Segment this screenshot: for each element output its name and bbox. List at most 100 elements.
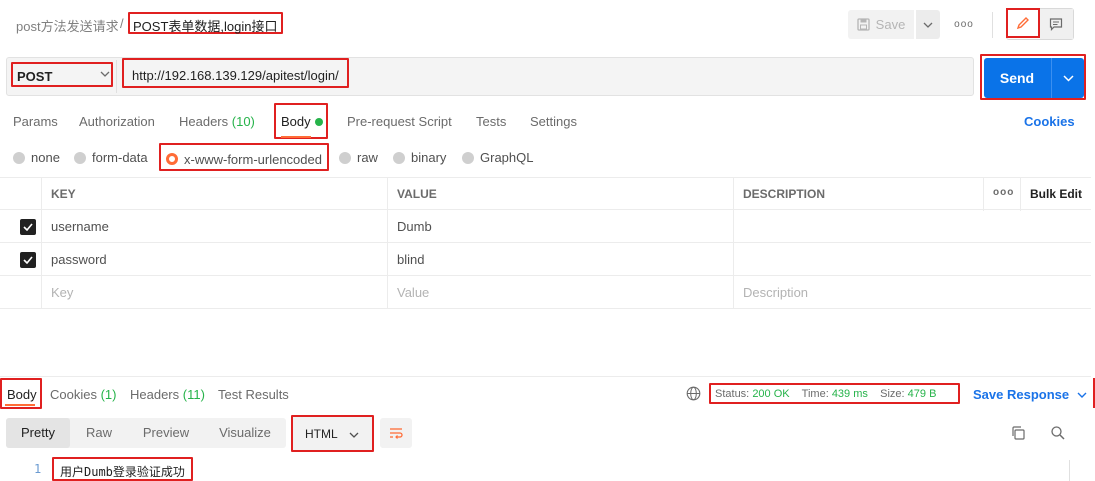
body-indicator-dot	[315, 118, 323, 126]
view-tab-preview[interactable]: Preview	[128, 418, 204, 448]
tab-headers[interactable]: Headers (10)	[179, 114, 255, 129]
response-tab-headers-count: (11)	[182, 387, 205, 402]
view-tab-visualize[interactable]: Visualize	[204, 418, 286, 448]
bulk-edit-button[interactable]: Bulk Edit	[1021, 178, 1091, 211]
response-tab-cookies-count: (1)	[100, 387, 117, 402]
view-tab-pretty[interactable]: Pretty	[6, 418, 70, 448]
tab-body-label: Body	[281, 114, 311, 129]
save-response-button[interactable]: Save Response	[973, 387, 1087, 402]
radio-form-data[interactable]: form-data	[74, 150, 148, 165]
response-tab-cookies[interactable]: Cookies (1)	[50, 387, 116, 402]
save-response-label: Save Response	[973, 387, 1070, 402]
size-label: Size:	[880, 388, 905, 400]
radio-graphql-label: GraphQL	[480, 150, 534, 165]
tab-tests[interactable]: Tests	[476, 114, 506, 129]
row-key[interactable]: password	[42, 243, 388, 276]
new-key-input[interactable]: Key	[42, 276, 388, 309]
header-checkbox-cell	[0, 178, 42, 211]
cookies-link[interactable]: Cookies	[1024, 114, 1075, 129]
tab-body[interactable]: Body	[274, 103, 328, 139]
row-checkbox[interactable]	[20, 252, 36, 268]
url-input[interactable]: http://192.168.139.129/apitest/login/	[122, 58, 349, 88]
search-icon[interactable]	[1050, 425, 1066, 441]
radio-binary[interactable]: binary	[393, 150, 446, 165]
row-description[interactable]	[734, 243, 1091, 276]
response-tab-test-results[interactable]: Test Results	[218, 387, 289, 402]
save-label: Save	[875, 17, 906, 32]
wrap-lines-button[interactable]	[380, 418, 412, 448]
row-description[interactable]	[734, 210, 1091, 243]
save-dropdown-button[interactable]	[916, 10, 940, 39]
radio-raw[interactable]: raw	[339, 150, 378, 165]
table-header-row: KEY VALUE DESCRIPTION ooo Bulk Edit	[0, 177, 1091, 211]
new-description-input[interactable]: Description	[734, 276, 1091, 309]
row-checkbox-cell	[0, 276, 42, 309]
breadcrumb-parent[interactable]: post方法发送请求	[16, 16, 119, 35]
table-row: password blind	[0, 243, 1091, 276]
radio-urlencoded-label: x-www-form-urlencoded	[184, 151, 322, 167]
save-button-group: Save	[848, 10, 940, 39]
header-key: KEY	[42, 178, 388, 211]
row-checkbox[interactable]	[20, 219, 36, 235]
chevron-down-icon	[349, 432, 359, 438]
radio-circle	[462, 151, 474, 164]
tab-pre-request-script[interactable]: Pre-request Script	[347, 114, 452, 129]
size-value[interactable]: 479 B	[908, 388, 937, 400]
edit-mode-button[interactable]	[1006, 8, 1040, 38]
radio-form-data-label: form-data	[92, 150, 148, 165]
tab-params[interactable]: Params	[13, 114, 58, 129]
response-format-label: HTML	[305, 427, 338, 441]
radio-x-www-form-urlencoded[interactable]: x-www-form-urlencoded	[159, 143, 329, 171]
header-description: DESCRIPTION	[734, 178, 984, 211]
response-format-select[interactable]: HTML	[291, 415, 374, 452]
time-label: Time:	[801, 388, 829, 400]
more-options-button[interactable]: ooo	[952, 13, 976, 35]
response-meta: Status: 200 OK Time: 439 ms Size: 479 B	[709, 383, 960, 404]
request-name[interactable]: POST表单数据,login接口	[128, 12, 284, 34]
checkmark-icon	[23, 223, 33, 231]
status-value[interactable]: 200 OK	[752, 388, 789, 400]
tab-settings[interactable]: Settings	[530, 114, 577, 129]
globe-icon[interactable]	[686, 386, 701, 401]
send-dropdown-button[interactable]	[1052, 58, 1084, 98]
radio-none-label: none	[31, 150, 60, 165]
view-tab-raw[interactable]: Raw	[70, 418, 128, 448]
radio-binary-label: binary	[411, 150, 447, 165]
header-value: VALUE	[388, 178, 734, 211]
method-select[interactable]: POST	[11, 62, 113, 87]
radio-circle	[74, 151, 86, 164]
response-tab-headers[interactable]: Headers (11)	[130, 387, 205, 402]
radio-circle	[13, 151, 25, 164]
pencil-icon	[1016, 17, 1029, 30]
save-icon	[857, 18, 870, 31]
tab-authorization[interactable]: Authorization	[79, 114, 155, 129]
table-more-button[interactable]: ooo	[984, 178, 1021, 211]
url-divider	[116, 60, 117, 93]
response-scrollbar[interactable]	[1069, 460, 1070, 481]
table-row-new: Key Value Description	[0, 276, 1091, 309]
new-value-input[interactable]: Value	[388, 276, 734, 309]
send-button-group: Send	[980, 54, 1086, 100]
mode-toggle	[1006, 8, 1074, 40]
tab-headers-label: Headers	[179, 114, 229, 129]
response-active-underline	[5, 404, 35, 406]
radio-graphql[interactable]: GraphQL	[462, 150, 533, 165]
radio-none[interactable]: none	[13, 150, 60, 165]
row-value[interactable]: blind	[388, 243, 734, 276]
time-value[interactable]: 439 ms	[832, 388, 868, 400]
radio-circle-selected	[166, 153, 178, 165]
send-button[interactable]: Send	[984, 58, 1084, 98]
row-value[interactable]: Dumb	[388, 210, 734, 243]
copy-icon[interactable]	[1010, 425, 1026, 441]
checkmark-icon	[23, 256, 33, 264]
row-key[interactable]: username	[42, 210, 388, 243]
save-button[interactable]: Save	[848, 10, 914, 39]
chevron-down-icon	[1077, 392, 1087, 398]
send-label: Send	[999, 70, 1035, 86]
tab-headers-count: (10)	[231, 114, 255, 129]
comments-button[interactable]	[1039, 9, 1073, 39]
response-tab-cookies-label: Cookies	[50, 387, 97, 402]
response-body-line: 用户Dumb登录验证成功	[52, 457, 193, 481]
comment-icon	[1050, 18, 1063, 31]
response-divider	[0, 376, 1091, 377]
